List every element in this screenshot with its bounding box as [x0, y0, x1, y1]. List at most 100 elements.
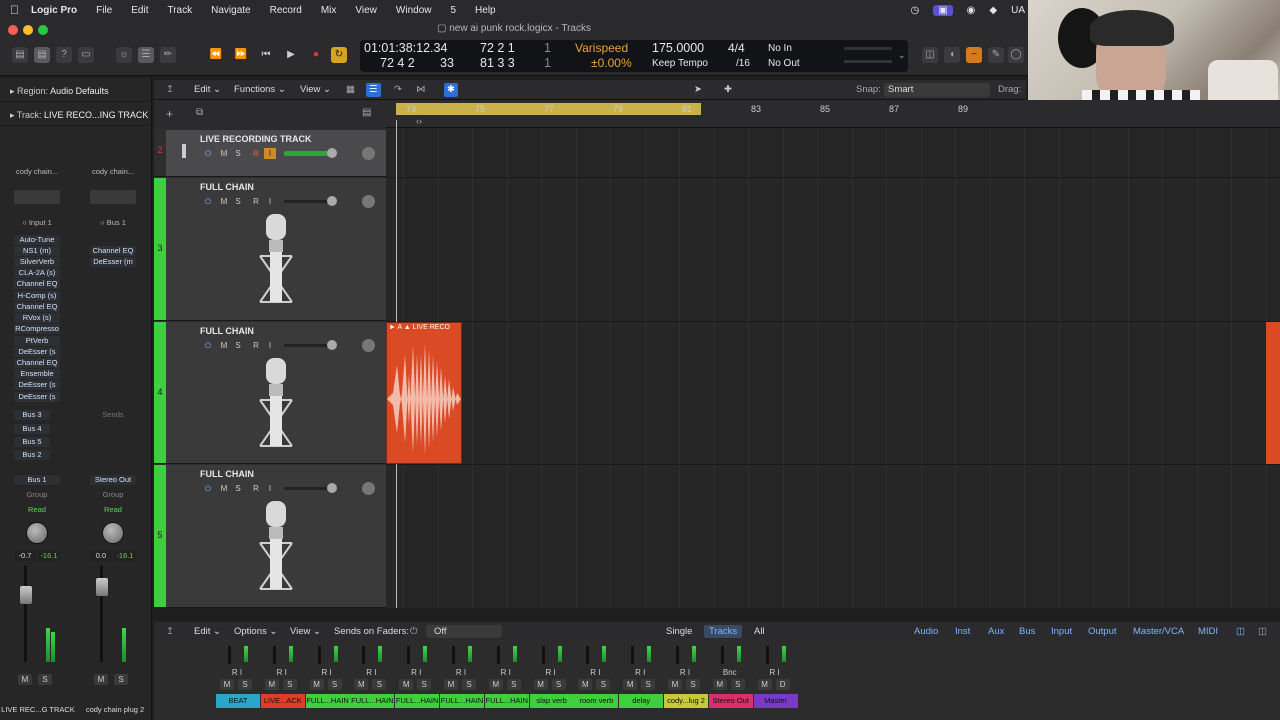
plugin-slot[interactable]: RCompresso: [14, 324, 60, 334]
record-input-buttons[interactable]: R I: [540, 667, 562, 678]
menu-view[interactable]: View: [355, 5, 377, 16]
menu-5[interactable]: 5: [450, 5, 456, 16]
mute-button[interactable]: M: [218, 196, 230, 207]
output-slot[interactable]: Bus 1: [14, 475, 60, 485]
plugin-slot[interactable]: CLA-2A (s): [14, 268, 60, 278]
mixer-fader[interactable]: [228, 646, 231, 664]
pointer-tool-icon[interactable]: ➤: [694, 83, 702, 97]
track-name[interactable]: FULL CHAIN: [200, 469, 254, 479]
mixer-mute-button[interactable]: M: [220, 679, 234, 690]
power-icon[interactable]: ⏻: [202, 340, 214, 351]
mixer-solo-button[interactable]: S: [506, 679, 521, 690]
mixer-channel-name[interactable]: cody...lug 2: [664, 694, 708, 708]
menu-edit[interactable]: Edit: [131, 5, 148, 16]
mixer-channel-name[interactable]: Master: [753, 694, 798, 708]
plugin-slot[interactable]: Channel EQ: [14, 302, 60, 312]
functions-menu[interactable]: Functions ⌄: [234, 83, 286, 97]
region-inspector-header[interactable]: ▸ Region: Audio Defaults: [0, 80, 152, 102]
mixer-channel-name[interactable]: slap verb: [529, 694, 574, 708]
plugin-slot[interactable]: DeEsser (s: [14, 392, 60, 402]
cycle-icon[interactable]: ↻: [331, 47, 347, 63]
wide-view-icon[interactable]: ◫: [1258, 625, 1267, 638]
mixer-fader[interactable]: [317, 646, 321, 664]
mixer-fader[interactable]: [452, 646, 455, 664]
mixer-fader[interactable]: [272, 646, 276, 664]
input-monitor-button[interactable]: I: [264, 483, 276, 494]
setting-button[interactable]: cody chain...: [14, 167, 60, 177]
record-icon[interactable]: ●: [308, 47, 324, 63]
mixer-fader[interactable]: [720, 646, 724, 664]
filter-midi[interactable]: MIDI: [1198, 625, 1218, 638]
secondary-tool-icon[interactable]: ✚: [724, 83, 732, 97]
mixer-channel-name[interactable]: delay: [619, 694, 664, 708]
volume-readout[interactable]: -0.7: [14, 551, 36, 561]
track-header[interactable]: 4 FULL CHAIN ⏻ M S R I: [154, 322, 386, 464]
loops-icon[interactable]: ◯: [1008, 47, 1024, 63]
record-input-buttons[interactable]: R I: [674, 667, 696, 678]
record-enable-button[interactable]: R: [250, 483, 262, 494]
power-icon[interactable]: ⏻: [202, 483, 214, 494]
tracks-button[interactable]: Tracks: [704, 625, 743, 638]
editors-icon[interactable]: ✏: [160, 47, 176, 63]
menu-track[interactable]: Track: [167, 5, 192, 16]
resize-icon[interactable]: ‹›: [416, 116, 422, 126]
input-monitor-button[interactable]: I: [264, 148, 276, 159]
mute-button[interactable]: M: [218, 483, 230, 494]
up-arrow-icon[interactable]: ↥: [166, 83, 174, 97]
mixer-icon[interactable]: ☰: [138, 47, 154, 63]
record-input-buttons[interactable]: Bnc: [719, 667, 741, 678]
send-slot[interactable]: Bus 3: [14, 410, 50, 420]
volume-fader[interactable]: [96, 578, 108, 596]
mixer-channel-name[interactable]: FULL...HAIN: [305, 694, 350, 708]
mixer-solo-button[interactable]: S: [641, 679, 656, 690]
mixer-mute-button[interactable]: M: [578, 679, 593, 690]
mixer-mute-button[interactable]: M: [623, 679, 638, 690]
menu-navigate[interactable]: Navigate: [211, 5, 250, 16]
plugin-slot[interactable]: PtVerb: [14, 336, 60, 346]
catch-icon[interactable]: ✱: [444, 83, 458, 97]
global-tracks-icon[interactable]: ▤: [362, 107, 371, 118]
time-signature[interactable]: 4/4: [728, 41, 745, 55]
menu-help[interactable]: Help: [475, 5, 496, 16]
tempo-value[interactable]: 175.0000: [652, 41, 704, 55]
track-header[interactable]: 3 FULL CHAIN ⏻ M S R I: [154, 178, 386, 321]
pan-knob[interactable]: [362, 147, 375, 160]
mixer-mute-button[interactable]: M: [399, 679, 414, 690]
track-name[interactable]: FULL CHAIN: [200, 182, 254, 192]
mixer-mute-button[interactable]: M: [354, 679, 369, 690]
mute-button[interactable]: M: [18, 674, 32, 685]
mixer-fader[interactable]: [765, 646, 769, 664]
group-slot[interactable]: Group: [90, 490, 136, 500]
mixer-solo-button[interactable]: S: [551, 679, 566, 690]
filter-audio[interactable]: Audio: [914, 625, 938, 638]
mixer-solo-button[interactable]: S: [596, 679, 611, 690]
input-slot[interactable]: ○ Input 1: [14, 218, 60, 228]
close-window-icon[interactable]: [8, 25, 18, 35]
mixer-solo-button[interactable]: S: [327, 679, 342, 690]
mixer-channel-name[interactable]: FULL...HAIN: [395, 694, 440, 708]
filter-bus[interactable]: Bus: [1019, 625, 1035, 638]
record-input-buttons[interactable]: R I: [271, 667, 293, 678]
mixer-solo-button[interactable]: S: [372, 679, 387, 690]
mixer-edit-menu[interactable]: Edit ⌄: [194, 625, 221, 638]
record-input-buttons[interactable]: R I: [584, 667, 606, 678]
filter-aux[interactable]: Aux: [988, 625, 1004, 638]
up-arrow-icon[interactable]: ↥: [166, 625, 174, 638]
solo-button[interactable]: S: [38, 674, 52, 685]
go-to-beginning-icon[interactable]: ⏮: [258, 47, 274, 63]
plugin-slot[interactable]: DeEsser (s: [14, 347, 60, 357]
record-input-buttons[interactable]: R I: [450, 667, 472, 678]
menu-file[interactable]: File: [96, 5, 112, 16]
mixer-mute-button[interactable]: M: [533, 679, 548, 690]
record-input-buttons[interactable]: R I: [405, 667, 427, 678]
automation-icon[interactable]: ↷: [394, 83, 402, 97]
setting-button[interactable]: cody chain...: [90, 167, 136, 177]
strip-name[interactable]: LIVE REC...G TRACK: [0, 705, 76, 714]
quick-help-icon[interactable]: ?: [56, 47, 72, 63]
plugin-slot[interactable]: SilverVerb: [14, 257, 60, 267]
volume-slider-thumb[interactable]: [327, 483, 337, 493]
solo-button[interactable]: S: [232, 196, 244, 207]
filter-output[interactable]: Output: [1088, 625, 1117, 638]
chevron-down-icon[interactable]: ⌄: [898, 50, 906, 61]
pan-knob[interactable]: [362, 195, 375, 208]
